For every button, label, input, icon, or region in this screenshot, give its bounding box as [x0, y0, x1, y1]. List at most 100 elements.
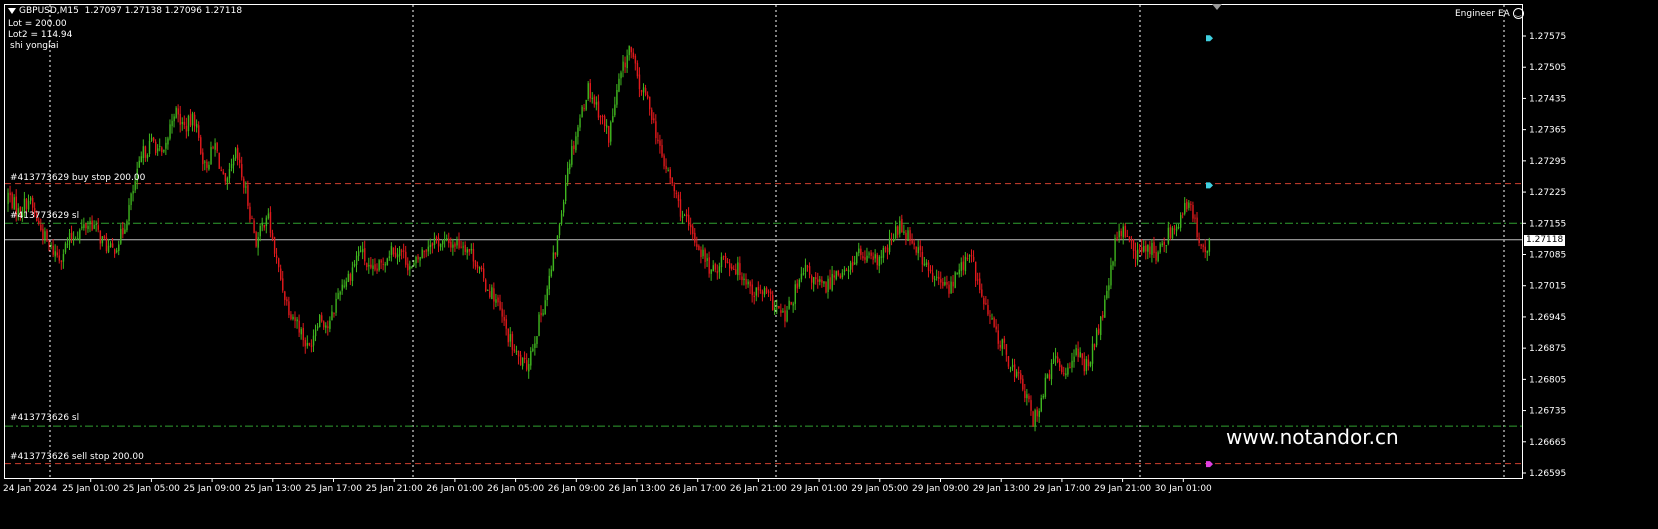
candle-body	[753, 295, 755, 298]
candle-body	[278, 258, 280, 268]
candle-body	[1163, 242, 1165, 245]
candle-body	[804, 264, 807, 272]
candle-body	[569, 163, 571, 170]
chart-shift-marker[interactable]	[1212, 4, 1222, 10]
candle-body	[624, 62, 626, 68]
candle-body	[165, 142, 167, 149]
candle-body	[745, 278, 747, 285]
price-chart[interactable]: 1.27575 1.27505 1.27435 1.27365 1.27295 1.272…	[0, 0, 1658, 529]
order-label-buy-stop[interactable]: #413773629 buy stop 200.00	[10, 173, 145, 184]
candle-body	[958, 269, 960, 275]
candle-body	[114, 249, 116, 254]
candle-body	[565, 182, 567, 201]
candle-body	[196, 124, 198, 128]
candle-body	[9, 192, 11, 196]
candle-body	[23, 198, 26, 212]
candle-body	[507, 328, 509, 343]
smiley-face-icon[interactable]: ‿	[1512, 8, 1524, 19]
order-marker-arrow	[1206, 182, 1213, 189]
candle-body	[544, 300, 546, 315]
candle-body	[42, 228, 44, 240]
candle-body	[335, 298, 337, 313]
candle-body	[1061, 366, 1063, 373]
candle-body	[388, 256, 391, 258]
candle-body	[669, 169, 671, 179]
candle-body	[439, 243, 442, 248]
candle-body	[513, 349, 516, 351]
candle-body	[460, 246, 462, 248]
candle-body	[409, 266, 411, 270]
candle-body	[431, 243, 434, 246]
candle-body	[716, 270, 719, 274]
candle-body	[827, 278, 829, 293]
candle-body	[503, 317, 505, 321]
candle-body	[552, 252, 555, 271]
candle-body	[183, 121, 186, 126]
y-tick-label: 1.26665	[1529, 438, 1566, 448]
candle-body	[946, 281, 948, 285]
candle-body	[1122, 226, 1124, 238]
candle-body	[997, 330, 999, 344]
candle-body	[1108, 285, 1110, 291]
candle-body	[1145, 245, 1147, 252]
y-tick-label: 1.27295	[1529, 157, 1566, 167]
candle-body	[392, 247, 395, 255]
candle-body	[587, 83, 589, 100]
candle-body	[706, 258, 708, 261]
candle-body	[206, 161, 208, 168]
candle-body	[159, 145, 161, 147]
candle-body	[790, 302, 792, 305]
candle-body	[101, 236, 104, 244]
candle-body	[1190, 203, 1192, 205]
candle-body	[698, 245, 700, 251]
candle-body	[70, 232, 73, 240]
candle-body	[862, 256, 864, 259]
order-label-sell-stop[interactable]: #413773626 sell stop 200.00	[10, 452, 144, 463]
candle-body	[302, 327, 304, 341]
candle-body	[1196, 217, 1198, 238]
order-label-sell-sl[interactable]: #413773626 sl	[10, 413, 79, 424]
candle-body	[1028, 395, 1030, 400]
candle-body	[1194, 217, 1196, 219]
candle-body	[140, 156, 143, 163]
candle-body	[478, 267, 481, 270]
candle-body	[638, 74, 641, 90]
candle-body	[232, 157, 235, 166]
order-label-buy-sl[interactable]: #413773629 sl	[10, 211, 79, 222]
candle-body	[189, 114, 192, 126]
candle-body	[251, 218, 253, 220]
candle-body	[782, 311, 784, 313]
candle-body	[1136, 249, 1139, 261]
candle-body	[694, 232, 696, 243]
candle-body	[81, 226, 83, 229]
candle-body	[435, 237, 438, 239]
y-axis: 1.27575 1.27505 1.27435 1.27365 1.27295 1.272…	[1522, 32, 1566, 479]
candle-body	[155, 141, 157, 153]
candle-body	[1151, 242, 1153, 255]
candle-body	[1071, 360, 1073, 368]
candle-body	[798, 279, 801, 287]
candle-body	[308, 343, 311, 345]
candle-body	[212, 147, 214, 149]
candle-body	[1077, 348, 1079, 358]
candle-body	[456, 240, 458, 246]
candle-body	[1085, 359, 1088, 372]
candle-body	[927, 262, 930, 271]
candle-body	[640, 89, 643, 93]
candle-body	[429, 244, 432, 248]
candle-body	[995, 326, 997, 330]
candle-body	[122, 227, 124, 235]
candle-body	[290, 314, 292, 320]
candle-body	[679, 199, 682, 217]
candle-body	[1044, 377, 1047, 397]
candle-body	[817, 279, 819, 282]
candle-body	[722, 255, 725, 257]
candle-body	[743, 278, 745, 281]
candle-body	[665, 165, 667, 170]
x-tick-label: 25 Jan 21:00	[366, 484, 423, 494]
candle-body	[316, 326, 319, 329]
candle-body	[786, 310, 788, 322]
candle-body	[193, 114, 196, 127]
candle-body	[1139, 248, 1141, 250]
triangle-down-icon[interactable]	[8, 7, 16, 14]
